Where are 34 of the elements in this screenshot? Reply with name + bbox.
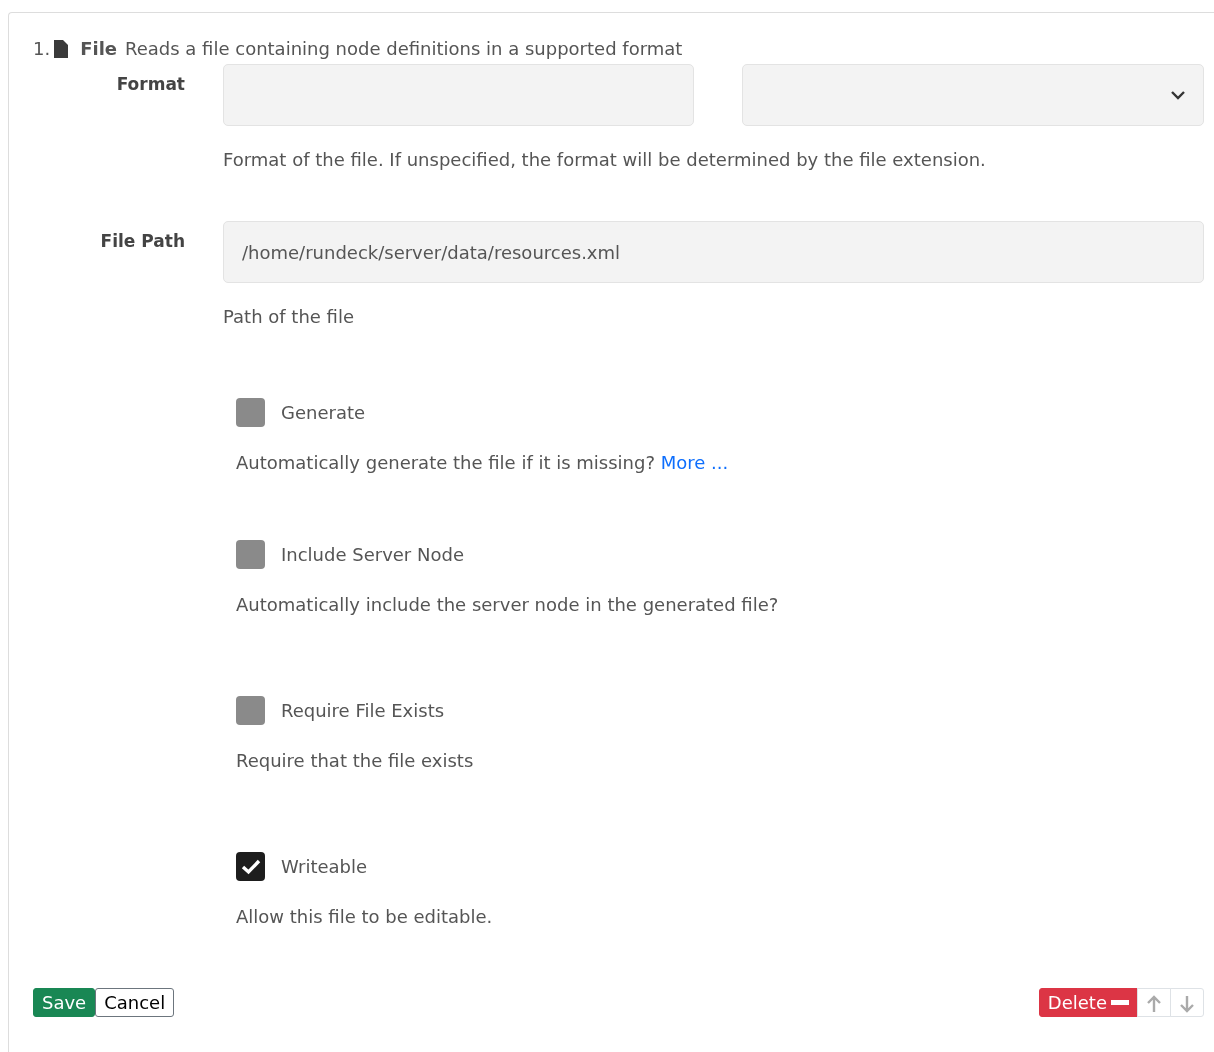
move-down-button[interactable] (1170, 988, 1204, 1018)
field-label: Format (115, 73, 186, 96)
chevron-down-icon (1171, 90, 1185, 100)
check-icon (240, 858, 261, 875)
file-path-input[interactable]: /home/rundeck/server/data/resources.xml (223, 221, 1204, 283)
item-number: 1. (33, 37, 51, 61)
option-help: Allow this file to be editable. (236, 905, 494, 929)
plugin-title: File (80, 37, 118, 61)
option-label: Include Server Node (281, 543, 464, 567)
checkbox[interactable] (236, 696, 265, 725)
option-label: Writeable (281, 855, 368, 879)
format-select[interactable] (742, 64, 1204, 126)
file-icon (54, 39, 69, 58)
option-label: Generate (281, 401, 366, 425)
arrow-down-icon (1179, 995, 1195, 1013)
arrow-up-icon (1146, 995, 1162, 1013)
move-up-button[interactable] (1137, 988, 1171, 1018)
save-button[interactable]: Save (33, 988, 96, 1018)
delete-button[interactable]: Delete (1038, 988, 1138, 1018)
option-help: Automatically generate the file if it is missing? More ... (236, 451, 730, 475)
field-help: Format of the file. If unspecified, the format will be determined by the file extension. (223, 148, 987, 172)
checkbox[interactable] (236, 398, 265, 427)
option-help: Automatically include the server node in the generated file? (236, 593, 780, 617)
plugin-description: Reads a file containing node definitions in a supported format (125, 37, 683, 61)
format-input[interactable] (223, 64, 694, 126)
option-help: Require that the file exists (236, 749, 475, 773)
option-label: Require File Exists (281, 699, 445, 723)
minus-icon (1111, 1000, 1129, 1006)
more-link[interactable]: More ... (660, 452, 729, 473)
field-help: Path of the file (223, 305, 355, 329)
checkbox[interactable] (236, 540, 265, 569)
checkbox[interactable] (236, 852, 265, 881)
field-label: File Path (99, 230, 186, 253)
cancel-button[interactable]: Cancel (95, 988, 175, 1018)
